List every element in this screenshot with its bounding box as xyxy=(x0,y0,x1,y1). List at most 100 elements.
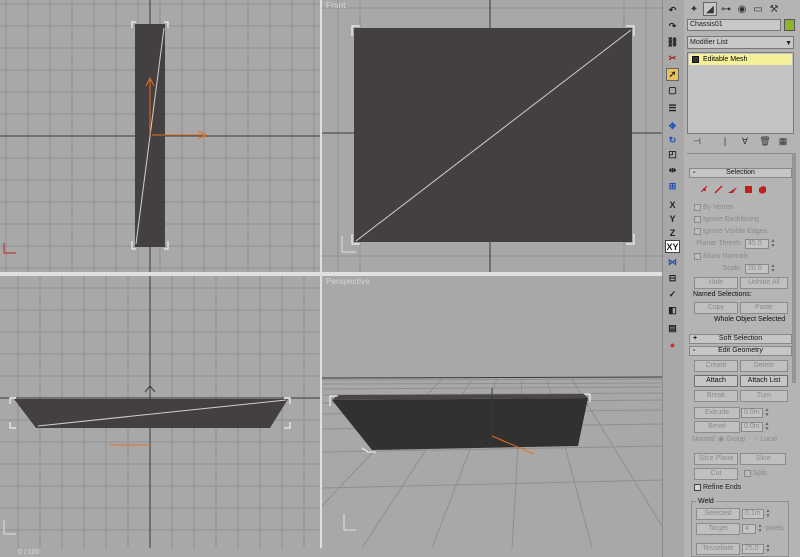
break-button[interactable]: Break xyxy=(694,390,738,402)
face-icon[interactable] xyxy=(727,184,738,195)
viewport-perspective-label[interactable]: Perspective xyxy=(326,277,370,286)
select-object-icon[interactable]: ➚ xyxy=(666,68,679,81)
show-end-result-icon[interactable]: | xyxy=(717,136,733,150)
group-radio[interactable]: ◉ Group xyxy=(718,435,746,445)
slice-plane-button[interactable]: Slice Plane xyxy=(694,453,738,465)
vertex-icon[interactable] xyxy=(699,184,710,195)
modify-icon[interactable]: ◢ xyxy=(703,2,717,16)
by-vertex-checkbox[interactable]: By Vertex xyxy=(694,203,733,213)
extrude-field[interactable]: 0.0m xyxy=(741,408,763,418)
element-icon[interactable] xyxy=(757,184,768,195)
attach-button[interactable]: Attach xyxy=(694,375,738,387)
hierarchy-icon[interactable]: ⊶ xyxy=(719,2,733,16)
lightbulb-icon[interactable] xyxy=(692,56,699,63)
tessellate-button[interactable]: Tessellate xyxy=(696,543,740,555)
show-normals-label: Show Normals xyxy=(703,253,749,260)
create-button[interactable]: Create xyxy=(694,360,738,372)
weld-target-button[interactable]: Target xyxy=(696,523,740,535)
unlink-icon[interactable]: ✂ xyxy=(666,52,679,65)
local-radio[interactable]: ○ Local xyxy=(754,435,777,445)
select-by-name-icon[interactable]: ☰ xyxy=(666,102,679,115)
rollout-edit-geometry[interactable]: - Edit Geometry xyxy=(689,346,792,356)
scale-icon[interactable]: ◰ xyxy=(666,148,679,161)
unhide-all-button[interactable]: Unhide All xyxy=(740,277,788,289)
viewport-top[interactable] xyxy=(0,0,320,272)
remove-modifier-icon[interactable]: 🗑 xyxy=(757,136,773,150)
refine-ends-checkbox[interactable]: Refine Ends xyxy=(694,483,741,493)
viewport-perspective[interactable]: Perspective xyxy=(322,276,662,548)
scale-spinner[interactable]: ▲ ▼ xyxy=(770,264,776,274)
modifier-list-dropdown[interactable]: Modifier List ▼ xyxy=(687,36,794,49)
render-icon[interactable]: ● xyxy=(666,338,679,351)
viewport-left[interactable] xyxy=(0,276,320,548)
planar-thresh-field[interactable]: 45.0 xyxy=(745,239,769,249)
slice-button[interactable]: Slice xyxy=(740,453,786,465)
weld-threshold-field[interactable]: 0.1m xyxy=(742,509,764,519)
planar-thresh-spinner[interactable]: ▲ ▼ xyxy=(770,239,776,249)
align-icon[interactable]: ⊞ xyxy=(666,180,679,193)
redo-icon[interactable]: ↷ xyxy=(666,20,679,33)
display-icon[interactable]: ▭ xyxy=(751,2,765,16)
array-icon[interactable]: ⊟ xyxy=(666,272,679,285)
split-checkbox[interactable]: Split xyxy=(744,469,767,479)
tessellate-spinner[interactable]: ▲ ▼ xyxy=(765,544,771,554)
rollout-selection[interactable]: - Selection xyxy=(689,168,792,178)
copy-button[interactable]: Copy xyxy=(694,302,738,314)
undo-icon[interactable]: ↶ xyxy=(666,4,679,17)
bevel-spinner[interactable]: ▲ ▼ xyxy=(764,422,770,432)
weld-selected-button[interactable]: Selected xyxy=(696,508,740,520)
rollout-minus-icon: - xyxy=(693,347,696,354)
rotate-icon[interactable]: ↻ xyxy=(666,134,679,147)
x-axis-icon[interactable]: X xyxy=(666,198,679,211)
time-slider-status[interactable]: 0 / 100 xyxy=(0,548,320,557)
mirror-icon[interactable]: ⇹ xyxy=(666,164,679,177)
polygon-icon[interactable] xyxy=(743,184,754,195)
bevel-button[interactable]: Bevel xyxy=(694,421,740,433)
pin-stack-icon[interactable]: ⊣ xyxy=(689,136,705,150)
render-setup-icon[interactable]: ▤ xyxy=(666,322,679,335)
edge-icon[interactable] xyxy=(713,184,724,195)
rollout-title: Edit Geometry xyxy=(718,347,763,354)
motion-icon[interactable]: ◉ xyxy=(735,2,749,16)
snap-icon[interactable]: ✓ xyxy=(666,288,679,301)
select-region-icon[interactable]: ▢ xyxy=(666,84,679,97)
viewport-divider-horizontal[interactable] xyxy=(0,272,662,276)
hide-button[interactable]: Hide xyxy=(694,277,738,289)
object-color-swatch[interactable] xyxy=(784,19,795,31)
xy-plane-icon[interactable]: XY xyxy=(665,240,680,253)
weld-target-spinner[interactable]: ▲ ▼ xyxy=(757,524,763,534)
configure-sets-icon[interactable]: ▦ xyxy=(775,136,791,150)
ignore-backfacing-checkbox[interactable]: Ignore Backfacing xyxy=(694,215,759,225)
rollout-soft-selection[interactable]: + Soft Selection xyxy=(689,334,792,344)
create-icon[interactable]: ✦ xyxy=(687,2,701,16)
z-axis-icon[interactable]: Z xyxy=(666,226,679,239)
stack-item-editable-mesh[interactable]: Editable Mesh xyxy=(689,54,792,65)
cut-button[interactable]: Cut xyxy=(694,468,738,480)
utilities-icon[interactable]: ⚒ xyxy=(767,2,781,16)
panel-scrollbar[interactable] xyxy=(792,153,796,383)
paste-button[interactable]: Paste xyxy=(740,302,788,314)
modifier-stack[interactable]: Editable Mesh xyxy=(687,52,794,134)
bevel-field[interactable]: 0.0m xyxy=(741,422,763,432)
make-unique-icon[interactable]: ∀ xyxy=(737,136,753,150)
viewport-front[interactable]: Front xyxy=(322,0,662,272)
viewport-front-label[interactable]: Front xyxy=(326,1,346,10)
object-name-field[interactable]: Chassis01 xyxy=(687,19,781,31)
weld-target-field[interactable]: 4 xyxy=(742,524,756,534)
extrude-spinner[interactable]: ▲ ▼ xyxy=(764,408,770,418)
link-icon[interactable]: ⛓ xyxy=(666,36,679,49)
material-editor-icon[interactable]: ◧ xyxy=(666,304,679,317)
tessellate-field[interactable]: 25.0 xyxy=(742,544,764,554)
show-normals-checkbox[interactable]: Show Normals xyxy=(694,252,749,262)
turn-button[interactable]: Turn xyxy=(740,390,788,402)
scale-field[interactable]: 20.0 xyxy=(745,264,769,274)
ignore-visible-edges-checkbox[interactable]: Ignore Visible Edges xyxy=(694,227,767,237)
extrude-button[interactable]: Extrude xyxy=(694,407,740,419)
weld-threshold-spinner[interactable]: ▲ ▼ xyxy=(765,509,771,519)
attach-list-button[interactable]: Attach List xyxy=(740,375,788,387)
y-axis-icon[interactable]: Y xyxy=(666,212,679,225)
delete-button[interactable]: Delete xyxy=(740,360,788,372)
move-icon[interactable]: ✥ xyxy=(666,120,679,133)
mirror-tool-icon[interactable]: ⋈ xyxy=(666,256,679,269)
rollout-minus-icon: - xyxy=(693,169,696,176)
